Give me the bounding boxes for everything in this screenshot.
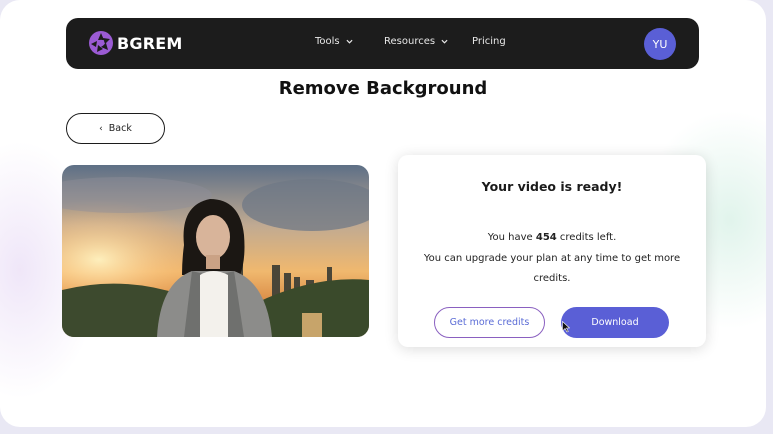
credits-prefix: You have xyxy=(487,232,536,243)
back-button[interactable]: ‹ Back xyxy=(66,113,165,144)
nav-pricing-label: Pricing xyxy=(472,36,506,47)
chevron-down-icon xyxy=(441,39,448,44)
mouse-cursor-icon xyxy=(562,321,570,333)
video-preview-image xyxy=(62,165,369,337)
credits-remaining-text: You have 454 credits left. xyxy=(398,232,706,243)
page-title: Remove Background xyxy=(278,78,488,99)
nav-tools-label: Tools xyxy=(315,36,340,47)
nav-resources-label: Resources xyxy=(384,36,436,47)
result-title: Your video is ready! xyxy=(481,179,623,194)
upgrade-hint-text: You can upgrade your plan at any time to… xyxy=(423,253,681,284)
aperture-logo-icon xyxy=(89,31,113,55)
nav-pricing[interactable]: Pricing xyxy=(472,36,506,47)
chevron-left-icon: ‹ xyxy=(99,123,103,134)
result-card: Your video is ready! You have 454 credit… xyxy=(398,155,706,347)
credits-suffix: credits left. xyxy=(556,232,617,243)
user-avatar[interactable]: YU xyxy=(644,28,676,60)
back-button-label: Back xyxy=(108,123,132,134)
preview-scene xyxy=(62,165,369,337)
nav-tools[interactable]: Tools xyxy=(315,36,353,47)
credits-count: 454 xyxy=(535,232,557,243)
nav-resources[interactable]: Resources xyxy=(384,36,448,47)
brand-logo[interactable]: BGREM xyxy=(88,30,183,56)
brand-name: BGREM xyxy=(117,33,183,53)
top-navbar: BGREM Tools Resources Pricing YU xyxy=(66,18,699,69)
chevron-down-icon xyxy=(346,39,353,44)
download-button[interactable]: Download xyxy=(561,307,669,338)
page-container: BGREM Tools Resources Pricing YU Remove … xyxy=(0,0,766,427)
get-more-credits-button[interactable]: Get more credits xyxy=(434,307,545,338)
